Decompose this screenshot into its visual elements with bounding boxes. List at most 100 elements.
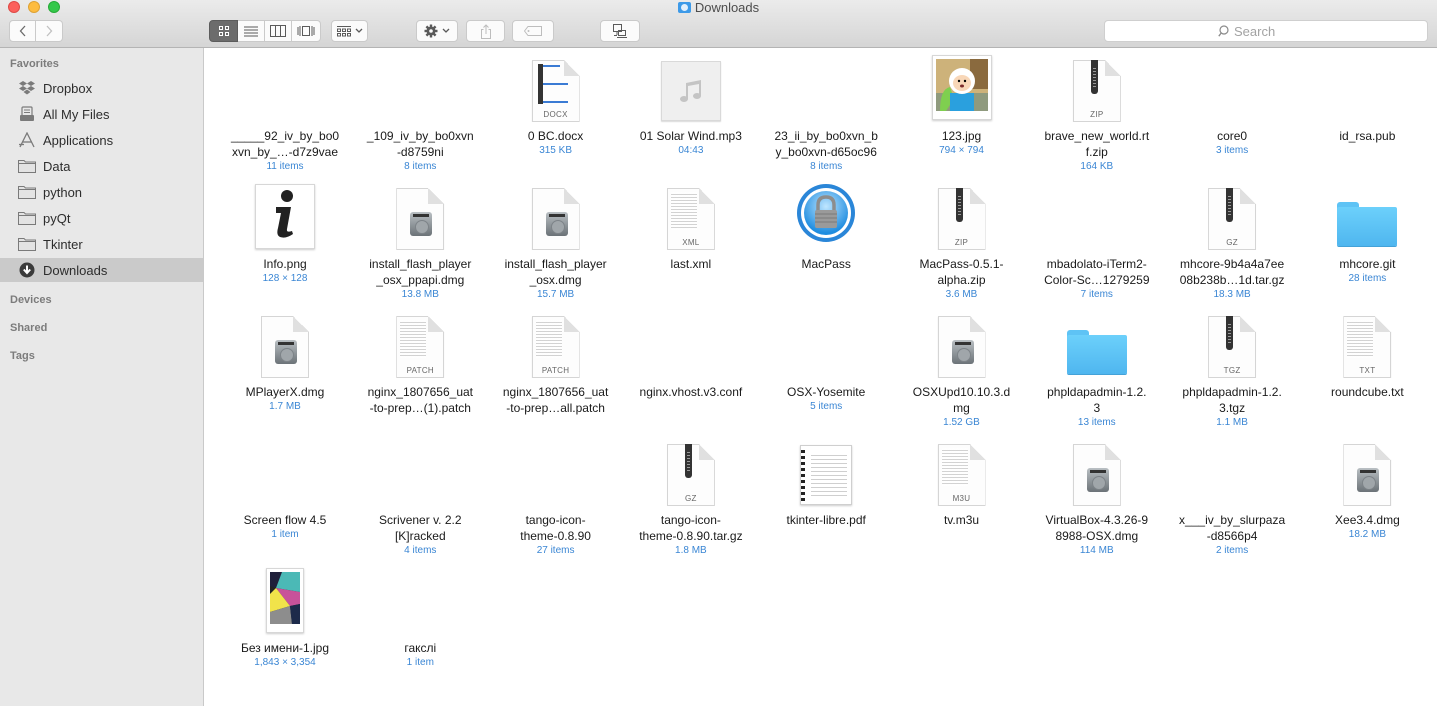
file-name[interactable]: last.xml [627, 256, 755, 272]
share-button[interactable] [466, 20, 505, 42]
file-item[interactable]: TGZ phpldapadmin-1.2. 3.tgz 1.1 MB [1168, 304, 1296, 432]
file-item[interactable]: mbadolato-iTerm2- Color-Sc…1279259 7 items [1033, 176, 1161, 304]
file-name[interactable]: alpha.zip [898, 272, 1026, 288]
file-name[interactable]: _osx.dmg [492, 272, 620, 288]
file-icon[interactable] [253, 442, 317, 506]
file-name[interactable]: 08b238b…1d.tar.gz [1168, 272, 1296, 288]
file-icon[interactable]: M3U [930, 442, 994, 506]
file-icon[interactable] [1065, 186, 1129, 250]
file-item[interactable]: install_flash_player _osx_ppapi.dmg 13.8 M… [356, 176, 484, 304]
file-name[interactable]: mhcore.git [1303, 256, 1431, 272]
file-item[interactable]: XML last.xml [627, 176, 755, 304]
file-name[interactable]: -d8759ni [356, 144, 484, 160]
file-icon[interactable] [930, 55, 994, 122]
file-icon[interactable] [794, 184, 858, 250]
file-name[interactable]: 01 Solar Wind.mp3 [627, 128, 755, 144]
file-icon[interactable] [253, 314, 317, 378]
file-icon[interactable] [524, 186, 588, 250]
sidebar-item-pyqt[interactable]: pyQt [0, 206, 203, 230]
file-icon[interactable] [1335, 186, 1399, 250]
file-item[interactable]: VirtualBox-4.3.26-9 8988-OSX.dmg 114 MB [1033, 432, 1161, 560]
file-name[interactable]: tango-icon- [492, 512, 620, 528]
file-name[interactable]: 3 [1033, 400, 1161, 416]
sidebar-item-all-my-files[interactable]: All My Files [0, 102, 203, 126]
sidebar-item-dropbox[interactable]: Dropbox [0, 76, 203, 100]
file-icon[interactable] [253, 568, 317, 634]
file-name[interactable]: Scrivener v. 2.2 [356, 512, 484, 528]
file-item[interactable]: DOCX 0 BC.docx 315 KB [492, 48, 620, 176]
file-name[interactable]: VirtualBox-4.3.26-9 [1033, 512, 1161, 528]
sidebar-item-data[interactable]: Data [0, 154, 203, 178]
file-name[interactable]: Color-Sc…1279259 [1033, 272, 1161, 288]
file-item[interactable]: install_flash_player _osx.dmg 15.7 MB [492, 176, 620, 304]
file-icon[interactable] [794, 314, 858, 378]
file-name[interactable]: phpldapadmin-1.2. [1033, 384, 1161, 400]
file-name[interactable]: -d8566p4 [1168, 528, 1296, 544]
file-name[interactable]: _osx_ppapi.dmg [356, 272, 484, 288]
file-name[interactable]: mbadolato-iTerm2- [1033, 256, 1161, 272]
file-icon[interactable] [388, 186, 452, 250]
file-item[interactable]: ZIP MacPass-0.5.1- alpha.zip 3.6 MB [898, 176, 1026, 304]
file-item[interactable]: core0 3 items [1168, 48, 1296, 176]
file-icon[interactable] [659, 314, 723, 378]
file-icon[interactable] [794, 442, 858, 506]
file-icon[interactable]: ZIP [930, 186, 994, 250]
file-item[interactable]: GZ tango-icon-theme-0.8.90.tar.gz 1.8 MB [627, 432, 755, 560]
file-item[interactable]: phpldapadmin-1.2. 3 13 items [1033, 304, 1161, 432]
file-item[interactable]: nginx.vhost.v3.conf [627, 304, 755, 432]
file-item[interactable]: TXT roundcube.txt [1303, 304, 1431, 432]
file-icon[interactable] [253, 184, 317, 250]
sidebar-item-tkinter[interactable]: Tkinter [0, 232, 203, 256]
file-name[interactable]: brave_new_world.rt [1033, 128, 1161, 144]
file-icon[interactable]: PATCH [524, 314, 588, 378]
file-name[interactable]: Xee3.4.dmg [1303, 512, 1431, 528]
file-item[interactable]: _109_iv_by_bo0xvn -d8759ni 8 items [356, 48, 484, 176]
file-name[interactable]: core0 [1168, 128, 1296, 144]
file-icon[interactable]: ZIP [1065, 58, 1129, 122]
file-name[interactable]: OSX-Yosemite [762, 384, 890, 400]
file-item[interactable]: Xee3.4.dmg 18.2 MB [1303, 432, 1431, 560]
file-name[interactable]: nginx_1807656_uat [492, 384, 620, 400]
back-button[interactable] [9, 20, 36, 42]
file-item[interactable]: OSXUpd10.10.3.d mg 1.52 GB [898, 304, 1026, 432]
file-name[interactable]: Screen flow 4.5 [221, 512, 349, 528]
cover-flow-view-button[interactable] [292, 20, 321, 42]
file-icon[interactable]: TXT [1335, 314, 1399, 378]
sidebar-section-shared[interactable]: Shared [10, 322, 47, 334]
file-name[interactable]: MacPass [762, 256, 890, 272]
file-icon[interactable] [794, 58, 858, 122]
file-name[interactable]: 0 BC.docx [492, 128, 620, 144]
file-item[interactable]: PATCH nginx_1807656_uat -to-prep…all.patch [492, 304, 620, 432]
file-item[interactable]: _____92_iv_by_bo0 xvn_by_…-d7z9vae 11 item… [221, 48, 349, 176]
file-name[interactable]: гакслі [356, 640, 484, 656]
file-name[interactable]: -to-prep…(1).patch [356, 400, 484, 416]
file-name[interactable]: MacPass-0.5.1- [898, 256, 1026, 272]
file-item[interactable]: mhcore.git 28 items [1303, 176, 1431, 304]
forward-button[interactable] [36, 20, 63, 42]
file-icon[interactable]: DOCX [524, 58, 588, 122]
file-item[interactable]: OSX-Yosemite 5 items [762, 304, 890, 432]
file-icon[interactable]: TGZ [1200, 314, 1264, 378]
file-item[interactable]: Scrivener v. 2.2 [K]racked 4 items [356, 432, 484, 560]
file-icon[interactable] [1065, 442, 1129, 506]
file-name[interactable]: install_flash_player [492, 256, 620, 272]
file-icon[interactable]: GZ [1200, 186, 1264, 250]
file-name[interactable]: tv.m3u [898, 512, 1026, 528]
file-icon[interactable] [930, 314, 994, 378]
sidebar-item-applications[interactable]: Applications [0, 128, 203, 152]
list-view-button[interactable] [238, 20, 265, 42]
file-name[interactable]: _____92_iv_by_bo0 [221, 128, 349, 144]
tags-button[interactable] [512, 20, 554, 42]
file-icon[interactable]: XML [659, 186, 723, 250]
file-item[interactable]: гакслі 1 item [356, 560, 484, 688]
column-view-button[interactable] [265, 20, 292, 42]
file-name[interactable]: tango-icon- [627, 512, 755, 528]
file-name[interactable]: y_bo0xvn-d65oc96 [762, 144, 890, 160]
file-name[interactable]: phpldapadmin-1.2. [1168, 384, 1296, 400]
search-input[interactable] [1234, 23, 1314, 39]
file-name[interactable]: 23_ii_by_bo0xvn_b [762, 128, 890, 144]
file-name[interactable]: [K]racked [356, 528, 484, 544]
file-name[interactable]: roundcube.txt [1303, 384, 1431, 400]
file-item[interactable]: GZ mhcore-9b4a4a7ee 08b238b…1d.tar.gz 18.3 … [1168, 176, 1296, 304]
file-name[interactable]: MPlayerX.dmg [221, 384, 349, 400]
